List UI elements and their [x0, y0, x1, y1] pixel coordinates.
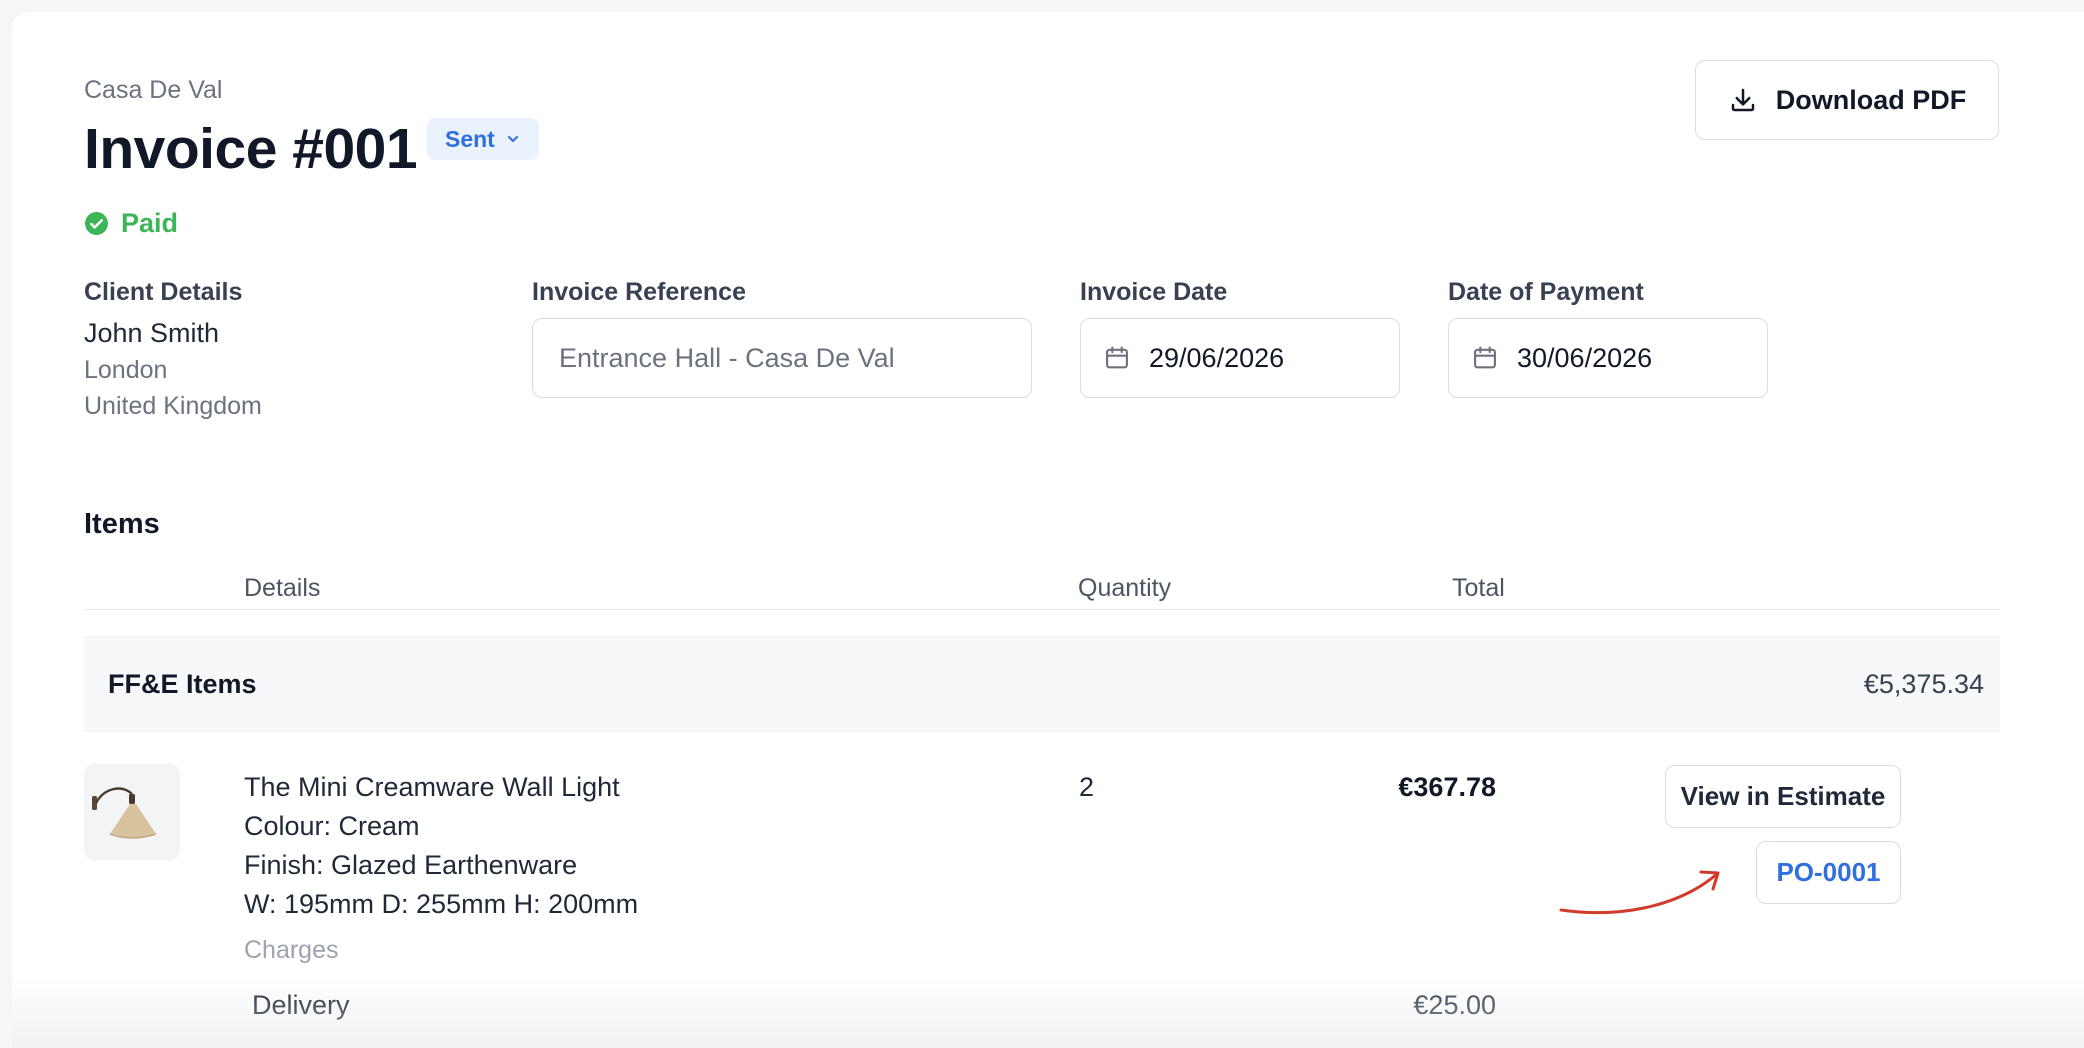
invoice-date-input[interactable]: 29/06/2026 — [1080, 318, 1400, 398]
column-header-quantity: Quantity — [1078, 574, 1172, 602]
status-badge-label: Sent — [445, 125, 495, 152]
charge-delivery-total: €25.00 — [1413, 990, 1496, 1020]
item-dimensions: W: 195mm D: 255mm H: 200mm — [244, 889, 639, 919]
column-header-details: Details — [244, 574, 321, 602]
column-header-total: Total — [1452, 574, 1505, 602]
item-quantity: 2 — [1079, 772, 1095, 802]
check-circle-icon — [85, 212, 108, 235]
item-thumbnail — [84, 764, 180, 860]
item-finish: Finish: Glazed Earthenware — [244, 850, 578, 880]
invoice-date-value: 29/06/2026 — [1149, 342, 1285, 373]
calendar-icon — [1474, 346, 1496, 369]
purchase-order-link[interactable]: PO-0001 — [1756, 841, 1901, 904]
payment-status-label: Paid — [121, 208, 179, 238]
client-city: London — [84, 356, 168, 384]
item-total: €367.78 — [1398, 772, 1496, 802]
company-name: Casa De Val — [84, 76, 223, 104]
view-in-estimate-button[interactable]: View in Estimate — [1665, 765, 1901, 828]
page-title: Invoice #001 — [84, 117, 418, 181]
invoice-card: Casa De Val Invoice #001 Sent Paid Downl… — [12, 12, 2084, 1048]
invoice-reference-label: Invoice Reference — [532, 278, 746, 306]
download-pdf-button[interactable]: Download PDF — [1695, 60, 1999, 140]
chevron-down-icon — [507, 136, 518, 142]
section-total: €5,375.34 — [1863, 669, 1984, 699]
payment-date-value: 30/06/2026 — [1517, 342, 1653, 373]
table-divider — [84, 609, 2000, 610]
client-details-label: Client Details — [84, 278, 243, 306]
download-pdf-label: Download PDF — [1775, 84, 1967, 115]
items-heading: Items — [84, 508, 160, 540]
payment-date-label: Date of Payment — [1448, 278, 1644, 306]
client-country: United Kingdom — [84, 392, 262, 420]
invoice-date-label: Invoice Date — [1080, 278, 1228, 306]
wall-light-image — [92, 787, 157, 839]
item-colour: Colour: Cream — [244, 811, 420, 841]
calendar-icon — [1106, 346, 1128, 369]
client-name: John Smith — [84, 318, 220, 348]
annotation-arrow-icon — [1559, 870, 1720, 915]
payment-status: Paid — [84, 208, 178, 239]
item-name: The Mini Creamware Wall Light — [244, 772, 620, 802]
payment-date-input[interactable]: 30/06/2026 — [1448, 318, 1768, 398]
charge-delivery-label: Delivery — [252, 990, 350, 1020]
section-row: FF&E Items €5,375.34 — [84, 636, 2000, 732]
status-dropdown[interactable]: Sent — [427, 118, 539, 160]
section-name: FF&E Items — [108, 669, 257, 699]
charges-label: Charges — [244, 936, 339, 964]
download-icon — [1731, 88, 1754, 112]
invoice-reference-input[interactable]: Entrance Hall - Casa De Val — [532, 318, 1032, 398]
